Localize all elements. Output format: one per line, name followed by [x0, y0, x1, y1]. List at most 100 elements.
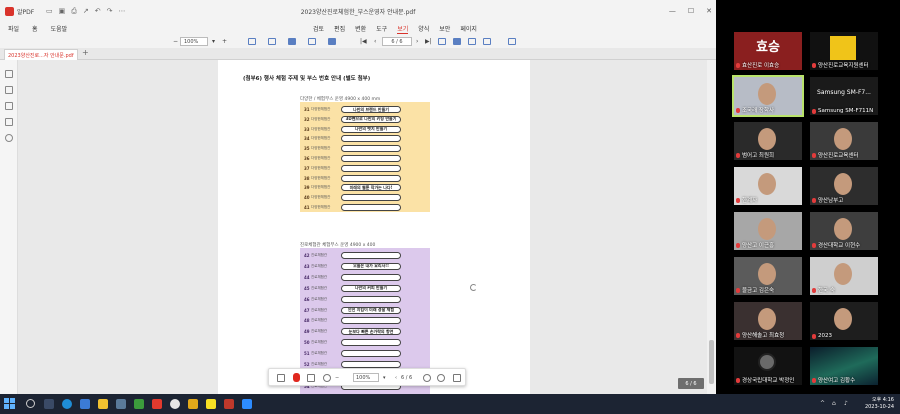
scrollbar-thumb[interactable] — [709, 340, 714, 384]
page-number-field[interactable]: 6 / 6 — [382, 37, 412, 46]
redo-icon[interactable]: ↷ — [107, 7, 113, 16]
participant-tile[interactable]: 효승 효산진로 이효승 — [734, 32, 802, 70]
alpdf-taskbar-icon[interactable] — [224, 399, 234, 409]
first-page-icon[interactable]: |◀ — [360, 37, 367, 46]
menu-tab-6[interactable]: 보안 — [439, 24, 450, 34]
app-badge[interactable]: 알PDF — [0, 6, 42, 16]
zoom-level-field[interactable]: 100% — [180, 37, 208, 46]
app-icon-10[interactable] — [188, 399, 198, 409]
edge-icon[interactable] — [62, 399, 72, 409]
prev-page-icon[interactable]: ‹ — [374, 37, 376, 46]
booth-row: 46 진로체험관 — [303, 295, 427, 304]
zoom-out-icon[interactable]: − — [173, 37, 178, 46]
participant-tile[interactable]: 양산진로교육지원센터 — [810, 32, 878, 70]
task-view-icon[interactable] — [44, 399, 54, 409]
maximize-icon[interactable]: ☐ — [688, 7, 694, 15]
document-canvas[interactable]: (첨부6) 행사 체험 주제 및 부스 번호 안내 (별도 첨부) 다양한 / … — [18, 60, 716, 394]
hand-tool-icon[interactable] — [293, 373, 300, 382]
participant-tile[interactable]: 한국 숙 — [810, 257, 878, 295]
zoom-dropdown-icon[interactable]: ▾ — [212, 37, 215, 46]
network-icon[interactable]: ⌂ — [832, 400, 836, 407]
volume-icon[interactable]: ♪ — [844, 400, 848, 407]
fullscreen-icon[interactable] — [328, 38, 336, 45]
attachments-icon[interactable] — [5, 118, 13, 126]
vertical-scrollbar[interactable] — [707, 60, 716, 394]
float-zoom-out-icon[interactable] — [323, 373, 331, 382]
app-icon-6[interactable] — [116, 399, 126, 409]
menu-tab-3[interactable]: 도구 — [376, 24, 387, 34]
youtube-icon[interactable] — [152, 399, 162, 409]
clock[interactable]: 오후 4:16 2023-10-24 — [865, 397, 894, 411]
rotate-icon[interactable] — [308, 38, 316, 45]
participant-tile[interactable]: 경산대학교 이현수 — [810, 212, 878, 250]
sidebar-toggle-icon[interactable] — [277, 373, 285, 382]
menu-tab-4[interactable]: 보기 — [397, 24, 409, 34]
save-icon[interactable]: ▣ — [59, 7, 66, 16]
participant-tile[interactable]: 경상국립대학교 박정인 — [734, 347, 802, 385]
comments-icon[interactable] — [5, 102, 13, 110]
print-icon[interactable]: ⎙ — [71, 7, 77, 16]
two-page-icon[interactable] — [468, 38, 476, 45]
booth-org: 다양한체험관 — [311, 107, 331, 111]
share-icon[interactable]: ↗ — [83, 7, 89, 16]
participant-tile[interactable]: 양산진로교육센터 — [810, 122, 878, 160]
menu-left-1[interactable]: 홈 — [32, 24, 38, 33]
naver-icon[interactable] — [134, 399, 144, 409]
participant-tile[interactable]: 범어고 최원희 — [734, 122, 802, 160]
float-zoom-minus[interactable]: − — [335, 373, 339, 382]
open-icon[interactable]: ▭ — [46, 7, 53, 16]
chrome-icon[interactable] — [170, 399, 180, 409]
float-page-field[interactable]: 6 / 6 — [401, 373, 412, 382]
float-prev-icon[interactable]: ‹ — [395, 373, 397, 382]
search-taskbar-icon[interactable] — [26, 399, 35, 408]
tab-close-icon[interactable]: ✕ — [77, 52, 78, 58]
new-tab-icon[interactable]: + — [82, 48, 89, 57]
float-zoom-field[interactable]: 100% — [353, 373, 379, 382]
last-page-icon[interactable]: ▶| — [425, 37, 432, 46]
participant-tile[interactable]: 양산남부고 — [810, 167, 878, 205]
windows-start-icon[interactable] — [4, 398, 16, 410]
actual-size-icon[interactable] — [248, 38, 256, 45]
view-options-icon[interactable] — [508, 38, 516, 45]
menu-tab-5[interactable]: 양식 — [418, 24, 429, 34]
menu-tab-2[interactable]: 변환 — [355, 24, 366, 34]
single-page-icon[interactable] — [438, 38, 446, 45]
float-up-icon[interactable] — [423, 373, 431, 382]
zoom-icon[interactable] — [242, 399, 252, 409]
menu-left-0[interactable]: 파일 — [8, 24, 19, 33]
minimize-icon[interactable]: — — [669, 7, 676, 15]
menu-left-2[interactable]: 도움말 — [51, 24, 68, 33]
participant-tile[interactable]: 양산해솔고 최효청 — [734, 302, 802, 340]
menu-tab-0[interactable]: 검토 — [313, 24, 324, 34]
float-down-icon[interactable] — [437, 373, 445, 382]
fit-page-icon[interactable] — [288, 38, 296, 45]
participant-tile[interactable]: 양산고 이근홍 — [734, 212, 802, 250]
menu-tab-1[interactable]: 편집 — [334, 24, 345, 34]
next-page-icon[interactable]: › — [416, 37, 418, 46]
participant-tile[interactable]: 물금고 김은숙 — [734, 257, 802, 295]
bookmarks-icon[interactable] — [5, 86, 13, 94]
search-icon[interactable] — [5, 134, 13, 142]
undo-icon[interactable]: ↶ — [95, 7, 101, 16]
zoom-in-icon[interactable]: + — [222, 37, 227, 46]
close-icon[interactable]: ✕ — [706, 7, 712, 15]
continuous-page-icon[interactable] — [453, 38, 461, 45]
participant-tile[interactable]: 양산여고 김황수 — [810, 347, 878, 385]
tray-chevron-icon[interactable]: ^ — [820, 400, 825, 407]
participant-tile[interactable]: Samsung SM-F7... Samsung SM-F711N — [810, 77, 878, 115]
file-explorer-icon[interactable] — [98, 399, 108, 409]
document-tab[interactable]: 2023양산진로...자 안내문.pdf ✕ — [4, 49, 78, 60]
fit-width-icon[interactable] — [268, 38, 276, 45]
participant-tile[interactable]: 한계자 — [734, 167, 802, 205]
participant-tile[interactable]: 2023 — [810, 302, 878, 340]
store-icon[interactable] — [80, 399, 90, 409]
float-zoom-dropdown-icon[interactable]: ▾ — [383, 373, 386, 382]
select-tool-icon[interactable] — [307, 373, 315, 382]
menu-tab-7[interactable]: 페이지 — [460, 24, 477, 34]
two-page-continuous-icon[interactable] — [483, 38, 491, 45]
kakaotalk-icon[interactable] — [206, 399, 216, 409]
more-icon[interactable]: ⋯ — [118, 7, 125, 16]
keyboard-icon[interactable] — [453, 373, 461, 382]
participant-tile[interactable]: 조국래 장학사 — [732, 75, 804, 117]
thumbnails-icon[interactable] — [5, 70, 13, 78]
